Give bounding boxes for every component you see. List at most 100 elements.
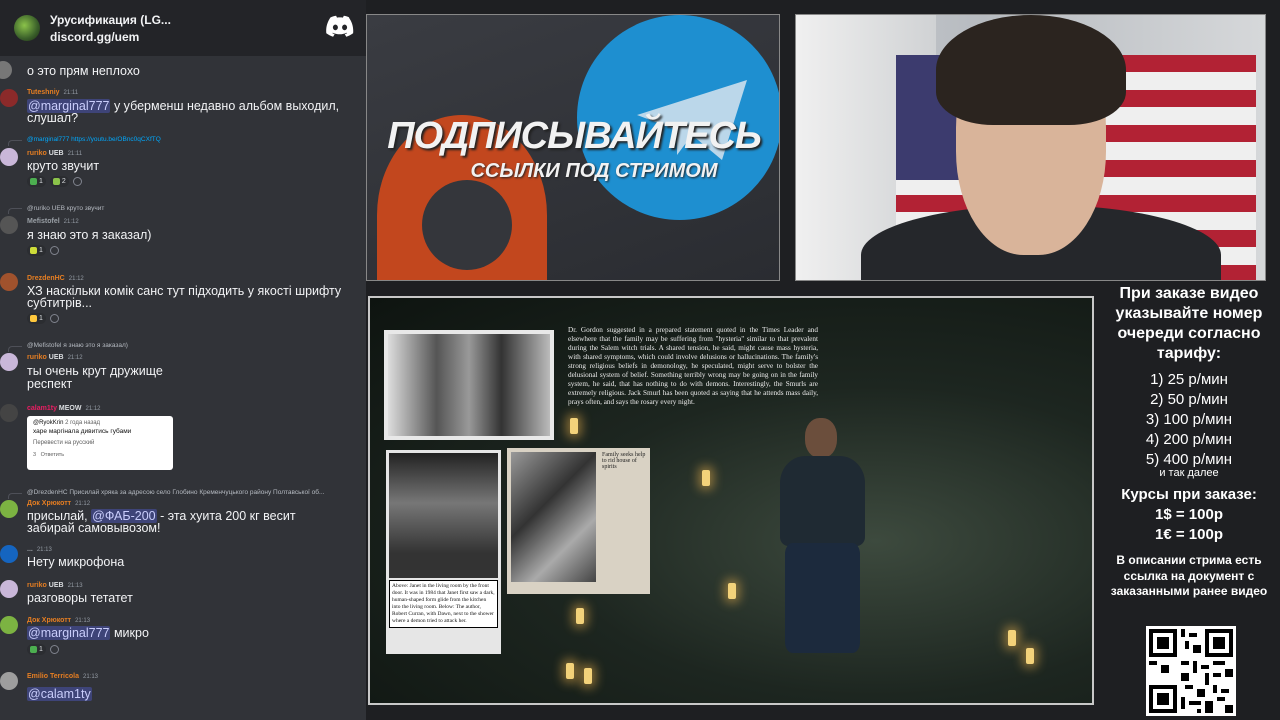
message-list: о это прям неплохо Tuteshniy 21:11 @margi… bbox=[0, 56, 366, 720]
message-username[interactable]: Док Хрюкотт 21:13 bbox=[27, 617, 90, 624]
reply-connector bbox=[8, 208, 22, 214]
description-note: В описании стрима есть ссылка на докумен… bbox=[1110, 553, 1268, 598]
embed-comment-text: харе маргінала дивитись губами bbox=[33, 428, 132, 435]
message-time: 21:12 bbox=[68, 276, 84, 282]
reply-connector bbox=[8, 493, 22, 499]
message-time: 21:12 bbox=[75, 501, 91, 507]
message-text: я знаю это я заказал) bbox=[27, 228, 152, 242]
reaction-emoji-icon bbox=[52, 178, 60, 185]
message-username[interactable]: Док Хрюкотт 21:12 bbox=[27, 500, 90, 507]
server-name: Урусификация (LG... bbox=[50, 12, 171, 27]
avatar[interactable] bbox=[0, 273, 18, 291]
person-legs bbox=[785, 543, 860, 653]
message-text-line2: респект bbox=[27, 377, 73, 391]
username-text[interactable]: Док Хрюкотт bbox=[27, 617, 71, 624]
username-text[interactable]: Tuteshniy bbox=[27, 89, 60, 96]
message-username[interactable]: Tuteshniy 21:11 bbox=[27, 89, 78, 96]
message-username[interactable]: DrezdenHC 21:12 bbox=[27, 275, 84, 282]
avatar[interactable] bbox=[0, 616, 18, 634]
reply-connector bbox=[8, 140, 22, 146]
username-text[interactable]: DrezdenHC bbox=[27, 275, 65, 282]
qr-code-icon bbox=[1146, 626, 1236, 716]
reaction-row: 1 bbox=[27, 644, 59, 655]
embed-footer: 3 Ответить bbox=[33, 452, 167, 458]
message-username[interactable]: Mefistofel 21:12 bbox=[27, 218, 79, 225]
tariff-item: 3) 100 р/мин bbox=[1145, 411, 1233, 428]
username-text[interactable]: ruriko bbox=[27, 150, 47, 157]
video-photo-living-room: Above: Janet in the living room by the f… bbox=[386, 450, 501, 654]
photo-caption: Above: Janet in the living room by the f… bbox=[389, 580, 498, 628]
message-username[interactable]: calam1ty MEOW 21:12 bbox=[27, 405, 101, 412]
server-invite-link[interactable]: discord.gg/uem bbox=[50, 30, 171, 44]
photo-content bbox=[388, 334, 550, 436]
reaction-emoji-icon bbox=[30, 315, 37, 322]
photo-content bbox=[511, 452, 596, 582]
reply-preview[interactable]: @Mefistofel я знаю это я заказал) bbox=[27, 342, 128, 349]
add-reaction-icon[interactable] bbox=[49, 246, 59, 255]
user-badge: UEB bbox=[48, 150, 64, 157]
message-username[interactable]: ruriko UEB 21:11 bbox=[27, 150, 82, 157]
candle-icon bbox=[702, 470, 710, 486]
reaction[interactable]: 1 bbox=[27, 644, 46, 655]
avatar[interactable] bbox=[0, 404, 18, 422]
message-username[interactable]: Emilio Terricola 21:13 bbox=[27, 673, 98, 680]
add-reaction-icon[interactable] bbox=[49, 645, 59, 654]
message-time: 21:11 bbox=[63, 90, 79, 96]
avatar[interactable] bbox=[0, 500, 18, 518]
username-text[interactable]: calam1ty bbox=[27, 405, 57, 412]
exchange-rates-header: Курсы при заказе: bbox=[1121, 486, 1257, 503]
candle-icon bbox=[728, 583, 736, 599]
message-text-part: - эта хуита 200 кг весит bbox=[160, 509, 296, 523]
message-username[interactable]: ruriko UEB 21:13 bbox=[27, 582, 83, 589]
username-text[interactable]: ruriko bbox=[27, 354, 47, 361]
message-username[interactable]: ruriko UEB 21:12 bbox=[27, 354, 83, 361]
add-reaction-icon[interactable] bbox=[72, 177, 82, 186]
reply-preview[interactable]: @marginal777 https://youtu.be/OBnc0qCXfT… bbox=[27, 136, 161, 143]
avatar[interactable] bbox=[0, 545, 18, 563]
reaction[interactable]: 1 bbox=[27, 245, 46, 256]
message-text-part: у уберменш недавно альбом выходил, bbox=[110, 99, 340, 113]
avatar[interactable] bbox=[0, 61, 12, 79]
username-text[interactable]: Док Хрюкотт bbox=[27, 500, 71, 507]
tariff-item: 1) 25 р/мин bbox=[1150, 371, 1228, 388]
message-text: Нету микрофона bbox=[27, 555, 125, 569]
qr-code-pattern bbox=[1149, 629, 1233, 713]
candle-icon bbox=[1008, 630, 1016, 646]
webcam-feed bbox=[795, 14, 1266, 281]
reply-preview[interactable]: @DrezdenHC Присилай хряка за адресою сел… bbox=[27, 489, 324, 496]
username-text[interactable]: ruriko bbox=[27, 582, 47, 589]
avatar[interactable] bbox=[0, 148, 18, 166]
embed-comment-author: @RyokKrin 2 года назад bbox=[33, 420, 167, 426]
candle-icon bbox=[576, 608, 584, 624]
youtube-comment-embed[interactable]: @RyokKrin 2 года назад харе маргінала ди… bbox=[27, 416, 173, 470]
message-text-line2: слушал? bbox=[27, 111, 79, 125]
user-mention[interactable]: @calam1ty bbox=[27, 687, 92, 701]
avatar[interactable] bbox=[0, 216, 18, 234]
username-text[interactable]: Mefistofel bbox=[27, 218, 60, 225]
avatar[interactable] bbox=[0, 672, 18, 690]
reaction[interactable]: 1 bbox=[27, 176, 46, 187]
message-username[interactable]: ... 21:13 bbox=[27, 546, 52, 553]
reaction[interactable]: 1 bbox=[27, 313, 46, 324]
avatar[interactable] bbox=[0, 353, 18, 371]
order-info-panel: При заказе видео указывайте номер очеред… bbox=[1098, 281, 1280, 720]
message-text: разговоры тетатет bbox=[27, 591, 133, 605]
tariff-item: 2) 50 р/мин bbox=[1150, 391, 1228, 408]
username-text[interactable]: Emilio Terricola bbox=[27, 673, 79, 680]
reply-preview[interactable]: @ruriko UEB круто звучит bbox=[27, 205, 104, 212]
reaction-row: 1 bbox=[27, 313, 59, 324]
avatar[interactable] bbox=[0, 580, 18, 598]
reaction[interactable]: 2 bbox=[49, 176, 69, 187]
user-mention[interactable]: @marginal777 bbox=[27, 626, 111, 640]
candle-icon bbox=[1026, 648, 1034, 664]
message-text-line2: субтитрів... bbox=[27, 296, 93, 310]
embed-answer[interactable]: Ответить bbox=[41, 452, 65, 458]
exchange-rate: 1$ = 100р bbox=[1155, 506, 1223, 523]
username-text[interactable]: ... bbox=[27, 546, 33, 553]
add-reaction-icon[interactable] bbox=[49, 314, 59, 323]
avatar[interactable] bbox=[0, 89, 18, 107]
banner-subtitle: ССЫЛКИ ПОД СТРИМОМ bbox=[470, 160, 718, 182]
order-info-header: При заказе видео указывайте номер очеред… bbox=[1115, 285, 1263, 362]
embed-translate-link[interactable]: Перевести на русский bbox=[33, 440, 167, 446]
main-video-feed: Above: Janet in the living room by the f… bbox=[368, 296, 1094, 705]
